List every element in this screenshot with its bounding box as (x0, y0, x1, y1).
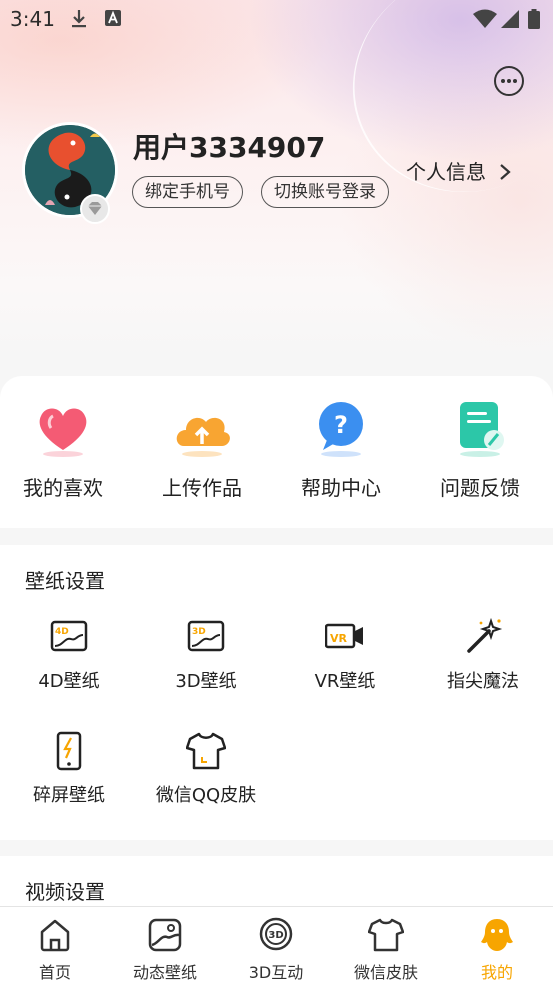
bind-phone-button[interactable]: 绑定手机号 (132, 176, 243, 208)
broken-screen-wallpaper-item[interactable]: 碎屏壁纸 (0, 731, 138, 807)
status-time: 3:41 (10, 7, 55, 31)
svg-text:3D: 3D (268, 930, 283, 941)
wechat-qq-skin-label: 微信QQ皮肤 (155, 785, 257, 806)
3d-wallpaper-item[interactable]: 3D 3D壁纸 (137, 617, 275, 693)
vr-wallpaper-item[interactable]: VR VR壁纸 (276, 617, 414, 693)
3d-interact-icon: 3D (258, 917, 294, 953)
diamond-icon (88, 202, 102, 215)
nav-mine[interactable]: 我的 (442, 917, 552, 983)
nav-3d-interact-label: 3D互动 (248, 963, 304, 982)
3d-wallpaper-icon: 3D (186, 617, 226, 657)
wallpaper-settings-card: 壁纸设置 4D 4D壁纸 3D 3D壁纸 VR VR壁纸 指尖魔法 碎屏壁纸 微… (0, 545, 553, 840)
feedback-item[interactable]: 问题反馈 (411, 396, 549, 501)
broken-phone-icon (49, 731, 89, 771)
help-center-item[interactable]: ? 帮助中心 (272, 396, 410, 501)
wechat-qq-skin-item[interactable]: 微信QQ皮肤 (137, 731, 275, 807)
nav-wechat-skin[interactable]: 微信皮肤 (331, 917, 441, 983)
heart-icon (31, 396, 95, 460)
chevron-right-icon (500, 164, 512, 180)
home-icon (37, 917, 73, 953)
help-center-label: 帮助中心 (301, 476, 381, 500)
video-settings-title: 视频设置 (25, 880, 105, 904)
wallpaper-settings-title: 壁纸设置 (25, 569, 105, 593)
vip-badge (80, 194, 110, 224)
switch-account-button[interactable]: 切换账号登录 (261, 176, 389, 208)
chat-bubble-icon[interactable] (494, 66, 524, 96)
fingertip-magic-label: 指尖魔法 (447, 671, 519, 692)
4d-wallpaper-item[interactable]: 4D 4D壁纸 (0, 617, 138, 693)
cloud-upload-icon (170, 396, 234, 460)
help-bubble-icon: ? (309, 396, 373, 460)
my-favorites-label: 我的喜欢 (23, 476, 103, 500)
broken-screen-wallpaper-label: 碎屏壁纸 (33, 785, 105, 806)
battery-icon (528, 9, 540, 29)
vr-wallpaper-label: VR壁纸 (314, 671, 376, 692)
4d-wallpaper-label: 4D壁纸 (38, 671, 100, 692)
profile-info-link[interactable]: 个人信息 (406, 156, 512, 185)
signal-icon (501, 10, 519, 28)
profile-info-label: 个人信息 (406, 160, 486, 184)
svg-text:4D: 4D (55, 627, 69, 637)
nav-home[interactable]: 首页 (0, 917, 110, 983)
nav-dynamic-wallpaper-label: 动态壁纸 (132, 963, 197, 982)
magic-wand-icon (463, 617, 503, 657)
profile-icon (479, 917, 515, 953)
tshirt-icon (367, 917, 405, 953)
quick-actions-card: 我的喜欢 上传作品 ? 帮助中心 问题反馈 (0, 376, 553, 528)
screen: 3:41 用户3334907 绑定手机号 切换账号登录 个人信息 我的喜欢 上传… (0, 0, 553, 984)
svg-text:VR: VR (330, 632, 348, 645)
download-icon (72, 10, 86, 28)
text-a-icon (105, 10, 121, 26)
vr-camera-icon: VR (324, 617, 365, 657)
4d-wallpaper-icon: 4D (49, 617, 89, 657)
upload-works-label: 上传作品 (162, 476, 242, 500)
nav-3d-interact[interactable]: 3D 3D互动 (221, 917, 331, 983)
nav-dynamic-wallpaper[interactable]: 动态壁纸 (110, 917, 220, 983)
bottom-nav: 首页 动态壁纸 3D 3D互动 微信皮肤 我的 (0, 906, 553, 984)
dynamic-wallpaper-icon (147, 917, 183, 953)
feedback-doc-icon (448, 396, 512, 460)
fingertip-magic-item[interactable]: 指尖魔法 (414, 617, 552, 693)
status-bar: 3:41 (0, 0, 553, 38)
wifi-icon (473, 9, 497, 28)
feedback-label: 问题反馈 (440, 476, 520, 500)
svg-text:?: ? (334, 411, 348, 439)
my-favorites-item[interactable]: 我的喜欢 (0, 396, 132, 501)
nav-wechat-skin-label: 微信皮肤 (353, 963, 418, 982)
nav-mine-label: 我的 (480, 963, 513, 982)
username: 用户3334907 (133, 131, 326, 164)
nav-home-label: 首页 (38, 963, 71, 982)
tshirt-icon (185, 731, 227, 771)
svg-text:3D: 3D (192, 627, 206, 637)
3d-wallpaper-label: 3D壁纸 (175, 671, 237, 692)
upload-works-item[interactable]: 上传作品 (133, 396, 271, 501)
